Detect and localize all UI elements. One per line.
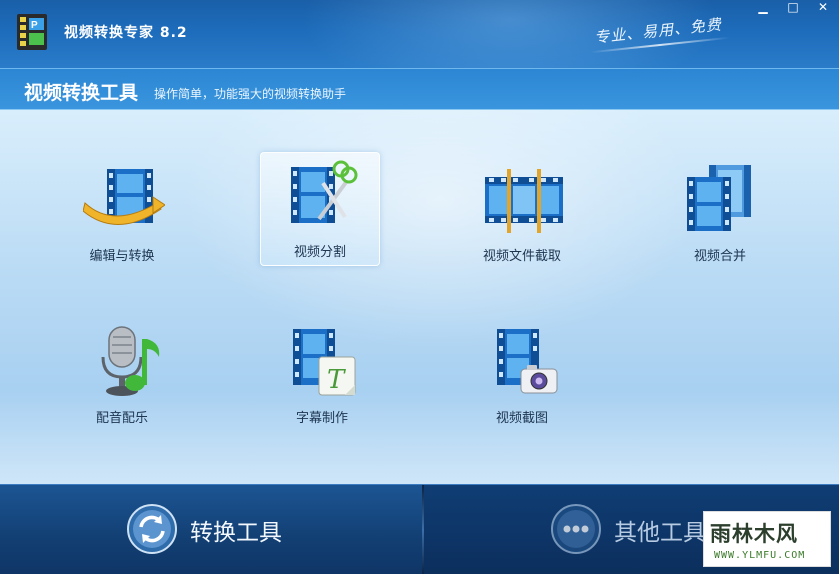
tool-label: 配音配乐: [95, 411, 148, 426]
background-highlight: [180, 110, 700, 350]
tool-grid: 编辑与转换 视频分割 视频文件截取 视频合并 配音配乐 T 字幕制作 视频截图: [0, 110, 839, 484]
header-band: 视频转换工具 操作简单，功能强大的视频转换助手: [0, 68, 839, 110]
film-clip-icon: [485, 169, 563, 233]
tab-label: 其他工具: [614, 520, 706, 546]
film-scissors-icon: [291, 160, 358, 223]
more-dots-icon: [551, 504, 601, 554]
watermark-url: WWW.YLMFU.COM: [714, 550, 806, 561]
tool-video-split[interactable]: 视频分割: [260, 152, 380, 266]
tool-video-clip[interactable]: 视频文件截取: [462, 156, 582, 270]
tool-label: 字幕制作: [295, 411, 348, 426]
tool-label: 编辑与转换: [89, 249, 155, 264]
title-bar: P 视频转换专家 8.2 专业、易用、免费 ▁ □ ✕: [0, 0, 839, 68]
minimize-button[interactable]: ▁: [752, 0, 774, 16]
tool-label: 视频分割: [293, 245, 346, 260]
tool-label: 视频文件截取: [482, 249, 561, 264]
tab-label: 转换工具: [190, 520, 282, 546]
watermark-logo: 雨林木风 WWW.YLMFU.COM: [703, 511, 831, 567]
tool-label: 视频截图: [495, 411, 548, 426]
film-merge-icon: [687, 165, 751, 231]
microphone-music-icon: [101, 326, 160, 396]
close-button[interactable]: ✕: [812, 0, 834, 16]
svg-text:T: T: [327, 365, 346, 395]
app-title: 视频转换专家 8.2: [64, 25, 188, 41]
app-logo-icon: P: [17, 14, 47, 50]
svg-text:P: P: [31, 20, 38, 31]
film-subtitle-icon: T: [293, 329, 356, 396]
tab-convert-tools[interactable]: 转换工具: [0, 485, 422, 574]
page-subtitle: 操作简单，功能强大的视频转换助手: [154, 87, 347, 101]
page-title: 视频转换工具: [24, 82, 139, 104]
maximize-button[interactable]: □: [782, 0, 804, 16]
tool-label: 视频合并: [693, 249, 746, 264]
tool-subtitle-making[interactable]: T 字幕制作: [262, 318, 382, 432]
film-convert-icon: [83, 169, 165, 225]
tool-dubbing-music[interactable]: 配音配乐: [62, 318, 182, 432]
film-camera-icon: [497, 329, 558, 394]
tool-edit-convert[interactable]: 编辑与转换: [62, 156, 182, 270]
tool-video-merge[interactable]: 视频合并: [660, 156, 780, 270]
watermark-text: 雨林木风: [710, 522, 798, 546]
tool-video-screenshot[interactable]: 视频截图: [462, 318, 582, 432]
refresh-icon: [127, 504, 177, 554]
